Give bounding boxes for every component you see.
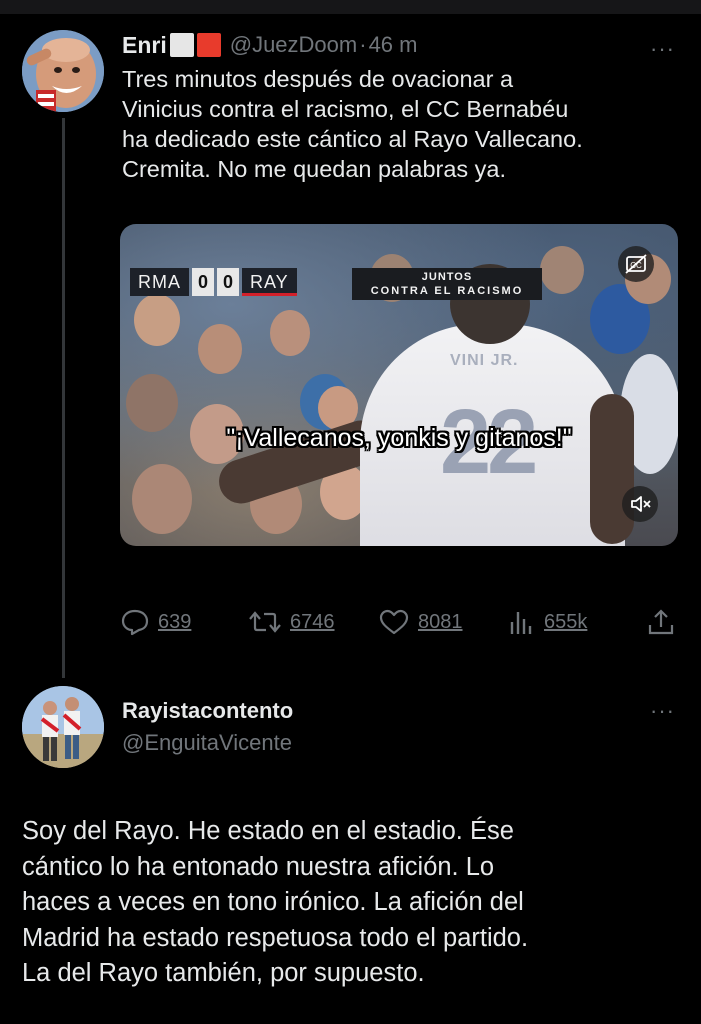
reply-count: 639 — [158, 610, 192, 633]
tweet1-text: Tres minutos después de ovacionar a Vini… — [122, 66, 583, 182]
reply-button[interactable]: 639 — [120, 605, 191, 639]
tweet-time[interactable]: 46 m — [369, 32, 418, 58]
thread-line — [62, 118, 65, 678]
crowd-face — [134, 294, 180, 346]
scoreboard: RMA 0 0 RAY — [130, 268, 297, 296]
reply-icon — [121, 609, 149, 636]
away-team: RAY — [242, 268, 297, 296]
more-options-icon[interactable]: ··· — [650, 38, 675, 60]
like-count: 8081 — [418, 610, 463, 633]
top-strip — [0, 0, 701, 14]
avatar-image — [22, 686, 104, 768]
avatar-image — [22, 30, 104, 112]
author-handle[interactable]: @EnguitaVicente — [122, 730, 292, 756]
views-count: 655k — [544, 610, 588, 633]
red-square-emoji — [196, 33, 221, 57]
home-score: 0 — [192, 268, 214, 296]
player-name: VINI JR. — [450, 352, 519, 369]
avatar-enri[interactable] — [22, 30, 104, 112]
captions-icon[interactable]: CC — [618, 246, 654, 282]
tweet1-actions: 639 6746 8081 655k — [120, 605, 680, 639]
video-player[interactable]: VINI JR. 22 RMA 0 0 RAY JUNTOS CONTRA EL… — [120, 224, 678, 546]
share-icon — [648, 609, 674, 635]
banner-line1: JUNTOS — [421, 271, 473, 283]
more-options-icon[interactable]: ··· — [650, 700, 675, 722]
heart-icon — [379, 609, 409, 635]
author-name[interactable]: Enri — [122, 32, 167, 59]
separator-dot: · — [359, 32, 367, 57]
tweet2-text: Soy del Rayo. He estado en el estadio. É… — [22, 817, 529, 987]
banner-line2: CONTRA EL RACISMO — [370, 285, 524, 297]
author-name[interactable]: Rayistacontento — [122, 698, 293, 724]
views-icon — [510, 612, 532, 634]
anti-racism-banner: JUNTOS CONTRA EL RACISMO — [352, 268, 542, 300]
crowd-face — [540, 246, 584, 294]
author-handle[interactable]: @JuezDoom — [230, 32, 358, 58]
mute-icon[interactable] — [622, 486, 658, 522]
crowd-face — [198, 324, 242, 374]
repost-count: 6746 — [290, 610, 335, 633]
crowd-face — [270, 310, 310, 356]
video-caption: "¡Vallecanos, yonkis y gitanos!" — [226, 424, 572, 452]
tweet1-header: Enri @JuezDoom · 46 m — [122, 30, 417, 60]
repost-icon — [249, 611, 281, 633]
repost-button[interactable]: 6746 — [248, 605, 335, 639]
like-button[interactable]: 8081 — [378, 605, 463, 639]
views-button[interactable]: 655k — [508, 605, 587, 639]
share-button[interactable] — [646, 605, 676, 639]
away-score: 0 — [217, 268, 239, 296]
white-square-emoji — [169, 33, 194, 57]
avatar-rayistacontento[interactable] — [22, 686, 104, 768]
crowd-face — [132, 464, 192, 534]
home-team: RMA — [130, 268, 189, 296]
